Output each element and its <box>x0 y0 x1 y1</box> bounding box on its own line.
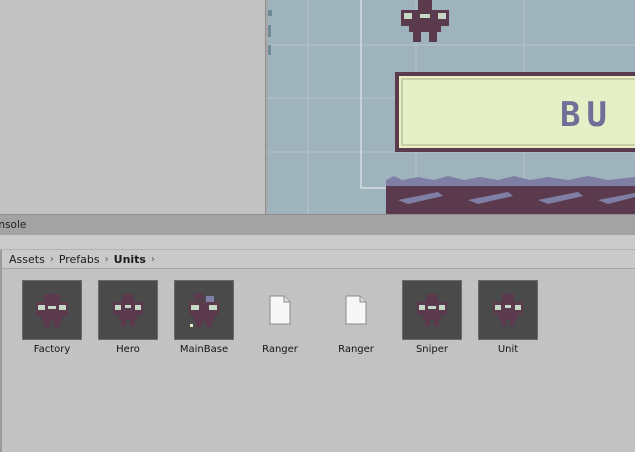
asset-grid: Factory Hero MainBase Ranger Ranger Snip… <box>2 280 635 430</box>
sprite-prefab-icon <box>98 280 158 340</box>
sprite-prefab-icon <box>478 280 538 340</box>
asset-item-ranger-script[interactable]: Ranger <box>242 280 318 355</box>
left-panel <box>0 0 265 214</box>
asset-label: Hero <box>116 344 140 355</box>
chevron-right-icon: › <box>150 253 155 265</box>
project-browser: Assets › Prefabs › Units › Factory Hero … <box>0 250 635 452</box>
sprite-prefab-icon <box>22 280 82 340</box>
asset-item-ranger-file[interactable]: Ranger <box>318 280 394 355</box>
scene-sprite-icon <box>401 0 449 42</box>
breadcrumb-units[interactable]: Units <box>114 253 146 266</box>
scene-banner: BU <box>395 72 635 152</box>
asset-label: Ranger <box>262 344 298 355</box>
project-toolbar <box>0 235 635 250</box>
asset-item-unit[interactable]: Unit <box>470 280 546 355</box>
panel-tab-strip: onsole <box>0 214 635 235</box>
sprite-prefab-icon <box>174 280 234 340</box>
asset-label: Sniper <box>415 344 449 355</box>
document-icon <box>326 280 386 340</box>
asset-item-sniper[interactable]: Sniper <box>394 280 470 355</box>
scene-ground <box>386 176 635 214</box>
asset-label: MainBase <box>179 344 229 355</box>
scene-view[interactable]: BU <box>268 0 635 214</box>
chevron-right-icon: › <box>104 253 109 265</box>
asset-item-factory[interactable]: Factory <box>14 280 90 355</box>
breadcrumb: Assets › Prefabs › Units › <box>2 250 635 269</box>
sprite-prefab-icon <box>402 280 462 340</box>
asset-label: Ranger <box>338 344 374 355</box>
chevron-right-icon: › <box>49 253 54 265</box>
scene-banner-text: BU <box>560 95 613 135</box>
breadcrumb-prefabs[interactable]: Prefabs <box>59 253 100 266</box>
document-icon <box>250 280 310 340</box>
asset-label: Factory <box>33 344 71 355</box>
scene-ruler <box>268 10 272 55</box>
tab-console[interactable]: onsole <box>0 217 32 234</box>
tab-console-label: onsole <box>0 219 27 231</box>
asset-item-hero[interactable]: Hero <box>90 280 166 355</box>
scene-canvas: BU <box>268 0 635 214</box>
breadcrumb-assets[interactable]: Assets <box>9 253 45 266</box>
asset-label: Unit <box>497 344 519 355</box>
asset-item-mainbase[interactable]: MainBase <box>166 280 242 355</box>
